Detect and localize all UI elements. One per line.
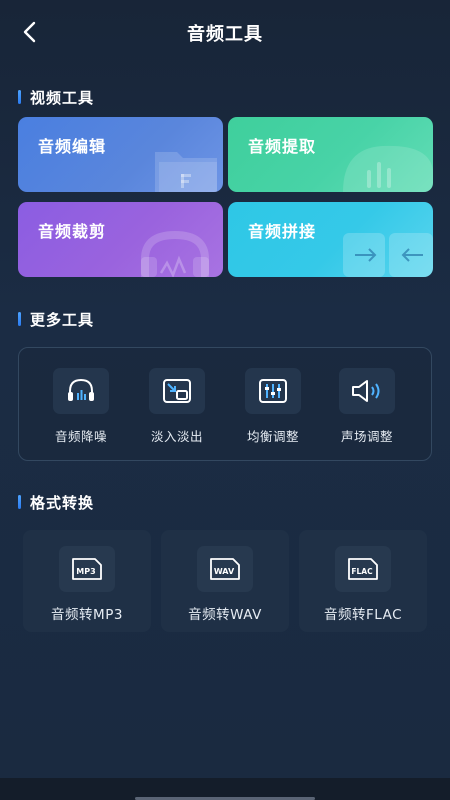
tool-icon-box [53,368,109,414]
format-badge: WAV [214,567,235,576]
waveform-icon [343,145,433,192]
flac-file-icon: FLAC [348,558,378,580]
tool-label: 音频降噪 [54,429,107,444]
tool-icon-box [339,368,395,414]
tool-icon-box [149,368,205,414]
card-label: 音频裁剪 [38,222,107,241]
format-icon-box: WAV [197,546,253,592]
format-badge: FLAC [351,567,373,576]
convert-flac-card[interactable]: FLAC 音频转FLAC [299,530,427,632]
format-icon-box: MP3 [59,546,115,592]
headphones-icon [141,230,209,277]
folder-icon [155,152,217,192]
section-title-text: 更多工具 [30,310,95,329]
card-label: 音频提取 [248,137,317,156]
section-more-tools: 更多工具 [18,308,94,330]
fade-tool[interactable]: 淡入淡出 [137,368,217,445]
noise-reduction-tool[interactable]: 音频降噪 [41,368,121,445]
audio-cut-card[interactable]: 音频裁剪 [18,202,223,277]
more-tools-panel: 音频降噪 淡入淡出 均衡调整 声场调整 [18,347,432,461]
header: 音频工具 [0,0,450,64]
format-label: 音频转WAV [188,607,262,623]
arrows-icon [343,233,433,277]
fade-icon [163,379,191,403]
audio-extract-card[interactable]: 音频提取 [228,117,433,192]
section-format-convert: 格式转换 [18,491,94,513]
headphones-icon [68,378,94,401]
format-icon-box: FLAC [335,546,391,592]
section-marker [18,90,21,104]
format-label: 音频转FLAC [323,607,403,623]
speaker-icon [352,380,380,402]
card-label: 音频拼接 [248,222,317,241]
format-label: 音频转MP3 [51,607,123,623]
tool-label: 均衡调整 [246,429,299,444]
section-marker [18,495,21,509]
audio-join-card[interactable]: 音频拼接 [228,202,433,277]
audio-edit-card[interactable]: 音频编辑 [18,117,223,192]
convert-mp3-card[interactable]: MP3 音频转MP3 [23,530,151,632]
equalizer-icon [259,379,287,403]
section-marker [18,312,21,326]
page-title: 音频工具 [187,24,263,45]
section-video-tools: 视频工具 [18,86,94,108]
format-badge: MP3 [76,567,95,576]
soundfield-tool[interactable]: 声场调整 [327,368,407,445]
section-title-text: 格式转换 [30,493,95,512]
mp3-file-icon: MP3 [72,558,102,580]
equalizer-tool[interactable]: 均衡调整 [233,368,313,445]
card-label: 音频编辑 [38,137,107,156]
convert-wav-card[interactable]: WAV 音频转WAV [161,530,289,632]
section-title-text: 视频工具 [30,88,95,107]
tool-label: 淡入淡出 [150,429,203,444]
tool-icon-box [245,368,301,414]
wav-file-icon: WAV [210,558,240,580]
tool-label: 声场调整 [340,429,393,444]
